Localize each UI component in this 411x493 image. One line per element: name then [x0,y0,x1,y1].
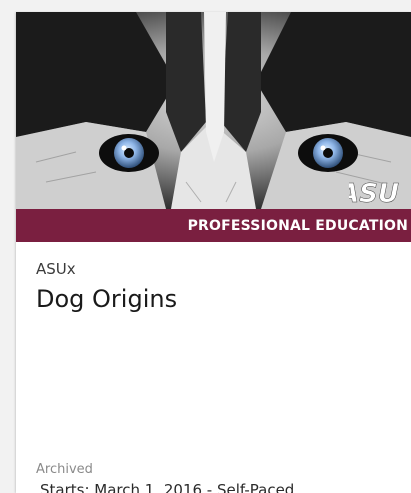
course-card[interactable]: ASU PROFESSIONAL EDUCATION ASUx Dog Orig… [16,12,411,493]
asu-logo-text: ASU [349,179,399,208]
banner-label: PROFESSIONAL EDUCATION [187,218,408,234]
course-title[interactable]: Dog Origins [36,285,177,313]
professional-education-banner: PROFESSIONAL EDUCATION [16,209,411,242]
asu-logo-icon: ASU [349,179,399,208]
course-status: Archived [36,462,93,477]
course-org: ASUx [36,260,76,278]
course-dates: Starts: March 1, 2016 - Self-Paced [40,481,295,493]
